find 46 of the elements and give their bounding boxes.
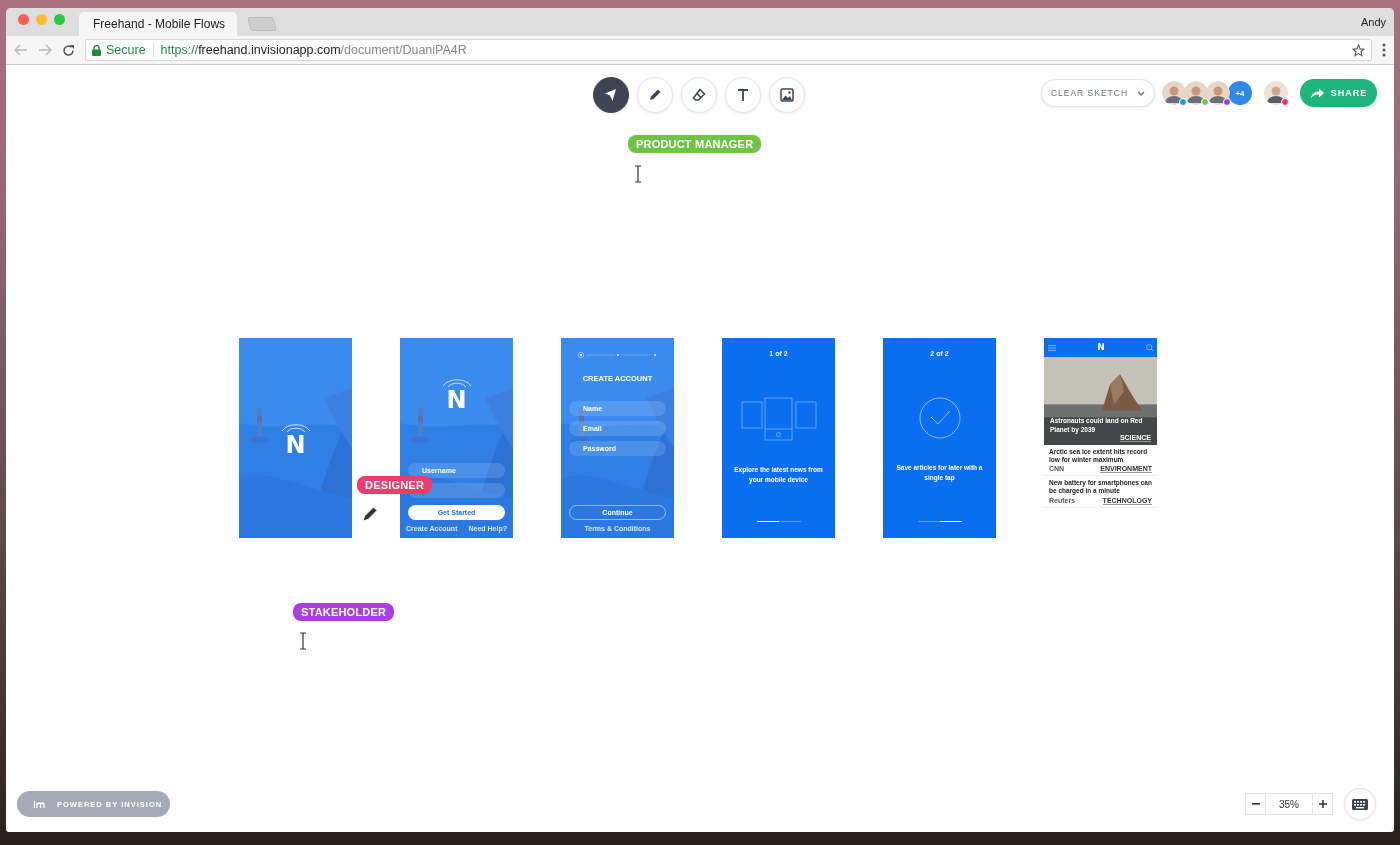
text-cursor-icon [299, 632, 307, 650]
more-collaborators-badge[interactable]: +4 [1228, 81, 1252, 105]
pointer-tool-button[interactable] [593, 77, 629, 113]
phone-screen[interactable]: N [239, 338, 352, 538]
text-tool-button[interactable] [725, 77, 761, 113]
image-icon [780, 88, 794, 102]
invision-logo-icon [33, 799, 45, 809]
lock-icon [92, 44, 101, 56]
zoom-in-button[interactable] [1312, 793, 1333, 815]
keyboard-icon [1352, 798, 1368, 810]
bookmark-star-icon[interactable] [1352, 43, 1365, 57]
keyboard-shortcuts-button[interactable] [1344, 788, 1376, 820]
app-logo: N [285, 433, 306, 457]
address-field[interactable]: Secure https://freehand.invisionapp.com/document/DuaniPA4R [85, 39, 1372, 61]
pointer-icon [604, 88, 618, 102]
pencil-icon [648, 88, 662, 102]
app-logo: N [1097, 343, 1105, 352]
avatar[interactable] [1206, 81, 1230, 105]
zoom-out-button[interactable] [1245, 793, 1266, 815]
avatar[interactable] [1162, 81, 1186, 105]
check-circle-icon [918, 397, 961, 439]
caret-icon [1137, 90, 1146, 96]
text-tool-icon [736, 88, 750, 102]
collaborator-label: STAKEHOLDER [293, 603, 395, 621]
eraser-tool-button[interactable] [681, 77, 717, 113]
clear-sketch-dropdown[interactable]: CLEAR SKETCH [1041, 79, 1155, 107]
app-logo: N [446, 388, 467, 412]
share-arrow-icon [1309, 87, 1325, 99]
minus-icon [1251, 803, 1260, 805]
eraser-icon [692, 88, 706, 102]
more-menu-icon[interactable] [1382, 43, 1386, 57]
pen-tool-button[interactable] [637, 77, 673, 113]
reload-icon[interactable] [62, 43, 75, 57]
image-tool-button[interactable] [769, 77, 805, 113]
pencil-cursor-icon [362, 505, 379, 522]
avatar[interactable] [1264, 81, 1288, 105]
avatar[interactable] [1184, 81, 1208, 105]
browser-tab[interactable]: Freehand - Mobile Flows [79, 12, 237, 36]
signal-arcs-icon [279, 421, 312, 433]
plus-icon [1318, 800, 1327, 808]
signal-arcs-icon [440, 376, 473, 388]
collaborator-label: PRODUCT MANAGER [628, 135, 762, 153]
share-button[interactable]: SHARE [1300, 79, 1377, 107]
profile-name[interactable]: Andy [1360, 16, 1386, 28]
collaborator-label: DESIGNER [357, 476, 433, 494]
text-cursor-icon [634, 165, 642, 183]
